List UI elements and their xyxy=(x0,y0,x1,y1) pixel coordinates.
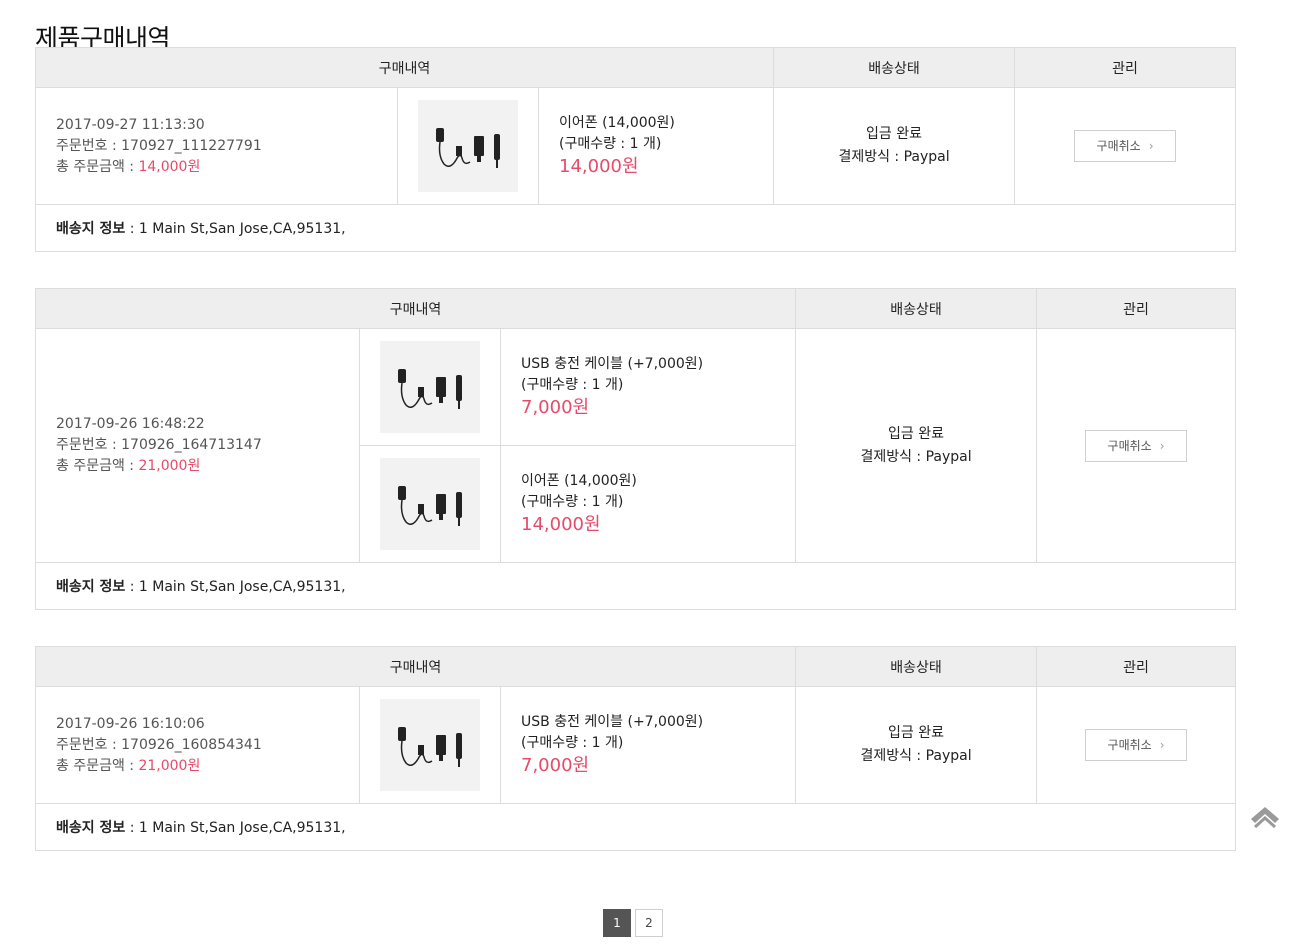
address-value: : 1 Main St,San Jose,CA,95131, xyxy=(125,579,346,595)
scroll-to-top-icon xyxy=(1251,807,1279,829)
order-number: 주문번호 : 170927_111227791 xyxy=(56,137,262,154)
shipping-address: 배송지 정보 : 1 Main St,San Jose,CA,95131, xyxy=(34,562,1237,610)
charger-cable-icon xyxy=(398,369,462,409)
header-purchase: 구매내역 xyxy=(34,288,797,329)
payment-method: 결제방식 : Paypal xyxy=(860,748,972,764)
payment-method: 결제방식 : Paypal xyxy=(860,448,972,465)
product-info: 이어폰 (14,000원) (구매수량 : 1 개) 14,000원 xyxy=(499,445,797,563)
charger-cable-icon xyxy=(398,486,462,526)
order-total-value: 21,000원 xyxy=(138,757,201,774)
product-qty: (구매수량 : 1 개) xyxy=(521,494,624,510)
order-meta: 2017-09-26 16:10:06 주문번호 : 170926_160854… xyxy=(35,686,360,804)
order-datetime: 2017-09-27 11:13:30 xyxy=(56,116,205,133)
status-text: 입금 완료 xyxy=(888,725,945,741)
product-thumbnail[interactable] xyxy=(418,100,518,192)
order-meta: 2017-09-26 16:48:22 주문번호 : 170926_164713… xyxy=(35,328,360,563)
order-total: 총 주문금액 : 21,000원 xyxy=(56,458,201,474)
header-manage: 관리 xyxy=(1036,646,1237,687)
product-price: 14,000원 xyxy=(521,514,601,535)
product-qty: (구매수량 : 1 개) xyxy=(521,377,624,393)
header-shipping: 배송상태 xyxy=(773,47,1016,88)
address-value: : 1 Main St,San Jose,CA,95131, xyxy=(125,820,346,836)
address-label: 배송지 정보 xyxy=(56,820,126,836)
product-name: USB 충전 케이블 (+7,000원) xyxy=(521,356,704,372)
product-info: USB 충전 케이블 (+7,000원) (구매수량 : 1 개) 7,000원 xyxy=(499,328,797,446)
header-shipping: 배송상태 xyxy=(795,288,1038,329)
address-label: 배송지 정보 xyxy=(56,579,126,595)
order-total-value: 21,000원 xyxy=(138,458,201,474)
order-table: 구매내역 배송상태 관리 2017-09-27 11:13:30 주문번호 : … xyxy=(34,47,1237,252)
product-thumbnail[interactable] xyxy=(380,458,480,550)
order-number: 주문번호 : 170926_164713147 xyxy=(56,437,262,453)
product-name: 이어폰 (14,000원) xyxy=(521,473,637,489)
product-qty: (구매수량 : 1 개) xyxy=(521,735,624,751)
order-total: 총 주문금액 : 14,000원 xyxy=(56,158,201,175)
header-manage: 관리 xyxy=(1036,288,1237,329)
charger-cable-icon xyxy=(436,128,500,168)
order-total-value: 14,000원 xyxy=(138,158,201,175)
header-purchase: 구매내역 xyxy=(34,646,797,687)
chevron-right-icon: › xyxy=(1159,438,1165,453)
product-name: 이어폰 (14,000원) xyxy=(559,115,675,131)
header-manage: 관리 xyxy=(1014,47,1237,88)
page-button-1[interactable]: 1 xyxy=(603,909,631,937)
order-number: 주문번호 : 170926_160854341 xyxy=(56,736,262,753)
payment-method: 결제방식 : Paypal xyxy=(838,149,950,165)
product-info: 이어폰 (14,000원) (구매수량 : 1 개) 14,000원 xyxy=(537,87,775,205)
address-value: : 1 Main St,San Jose,CA,95131, xyxy=(125,221,346,237)
product-price: 14,000원 xyxy=(559,156,639,177)
chevron-right-icon: › xyxy=(1159,738,1165,752)
order-datetime: 2017-09-26 16:10:06 xyxy=(56,715,205,732)
header-purchase: 구매내역 xyxy=(34,47,775,88)
order-total: 총 주문금액 : 21,000원 xyxy=(56,757,201,774)
shipping-status: 입금 완료 결제방식 : Paypal xyxy=(795,328,1038,563)
product-qty: (구매수량 : 1 개) xyxy=(559,136,662,152)
order-table: 구매내역 배송상태 관리 2017-09-26 16:48:22 주문번호 : … xyxy=(34,288,1237,610)
product-thumbnail[interactable] xyxy=(380,341,480,433)
product-price: 7,000원 xyxy=(521,755,590,776)
shipping-address: 배송지 정보 : 1 Main St,San Jose,CA,95131, xyxy=(34,803,1237,851)
status-text: 입금 완료 xyxy=(866,126,923,142)
shipping-status: 입금 완료 결제방식 : Paypal xyxy=(773,87,1016,205)
product-price: 7,000원 xyxy=(521,397,590,418)
order-meta: 2017-09-27 11:13:30 주문번호 : 170927_111227… xyxy=(35,87,398,205)
cancel-purchase-button[interactable]: 구매취소 › xyxy=(1074,130,1177,162)
charger-cable-icon xyxy=(398,727,462,767)
address-label: 배송지 정보 xyxy=(56,221,126,237)
order-datetime: 2017-09-26 16:48:22 xyxy=(56,416,205,432)
chevron-right-icon: › xyxy=(1148,139,1154,153)
cancel-purchase-button[interactable]: 구매취소 › xyxy=(1085,729,1188,761)
order-table: 구매내역 배송상태 관리 2017-09-26 16:10:06 주문번호 : … xyxy=(34,646,1237,851)
shipping-status: 입금 완료 결제방식 : Paypal xyxy=(795,686,1038,804)
product-name: USB 충전 케이블 (+7,000원) xyxy=(521,714,704,730)
scroll-to-top-button[interactable] xyxy=(1249,805,1281,829)
header-shipping: 배송상태 xyxy=(795,646,1038,687)
status-text: 입금 완료 xyxy=(888,425,945,442)
page-button-2[interactable]: 2 xyxy=(635,909,663,937)
product-thumbnail[interactable] xyxy=(380,699,480,791)
shipping-address: 배송지 정보 : 1 Main St,San Jose,CA,95131, xyxy=(34,204,1237,252)
product-info: USB 충전 케이블 (+7,000원) (구매수량 : 1 개) 7,000원 xyxy=(499,686,797,804)
pagination: 1 2 xyxy=(603,909,663,937)
cancel-purchase-button[interactable]: 구매취소 › xyxy=(1085,429,1188,462)
